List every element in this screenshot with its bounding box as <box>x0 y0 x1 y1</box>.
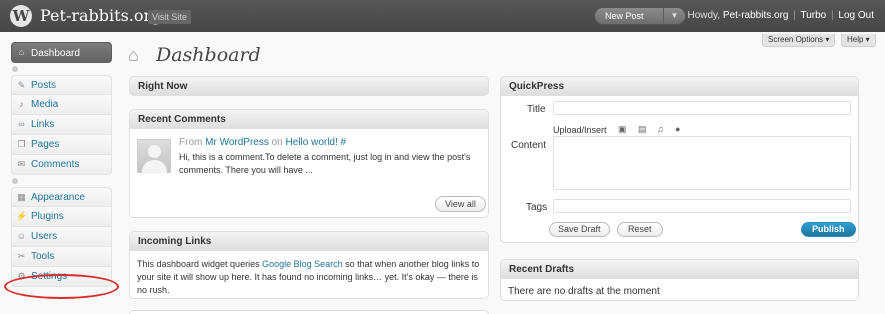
site-title[interactable]: Pet-rabbits.org <box>40 6 161 25</box>
tags-label: Tags <box>526 202 548 213</box>
turbo-link[interactable]: Turbo <box>800 10 826 21</box>
users-icon: ☺ <box>16 231 27 241</box>
comments-icon: ✉ <box>17 159 26 169</box>
sidebar-item-pages[interactable]: ❐ Pages <box>11 135 112 155</box>
username-link[interactable]: Pet-rabbits.org <box>723 10 789 21</box>
pages-icon: ❐ <box>17 139 26 149</box>
view-all-button[interactable]: View all <box>435 196 486 212</box>
incoming-text-before: This dashboard widget queries <box>137 259 260 269</box>
widget-title[interactable]: Incoming Links <box>130 232 488 251</box>
comment-author-link[interactable]: Mr WordPress <box>205 137 269 148</box>
avatar <box>137 139 171 174</box>
tags-input[interactable] <box>553 199 851 213</box>
sidebar-item-label: Comments <box>31 159 80 170</box>
chevron-down-icon[interactable]: ▼ <box>663 8 685 24</box>
sidebar-item-label: Media <box>31 99 59 110</box>
plugins-icon: ⚡ <box>16 211 28 221</box>
incoming-links-text: This dashboard widget queries Google Blo… <box>137 258 485 297</box>
sidebar-item-label: Tools <box>31 251 55 262</box>
admin-sidebar: ⌂ Dashboard ✎ Posts ♪ Media ∞ Links ❐ Pa… <box>11 42 112 287</box>
sidebar-item-users[interactable]: ☺ Users <box>11 227 112 247</box>
upload-insert-label: Upload/Insert <box>553 125 607 135</box>
house-icon: ⌂ <box>128 45 139 65</box>
sidebar-item-comments[interactable]: ✉ Comments <box>11 155 112 175</box>
pin-icon: ✎ <box>17 80 26 90</box>
sidebar-item-posts[interactable]: ✎ Posts <box>11 75 112 95</box>
from-label: From <box>179 137 203 148</box>
sidebar-item-label: Appearance <box>31 192 85 203</box>
tools-icon: ✂ <box>17 251 26 261</box>
visit-site-button[interactable]: Visit Site <box>148 10 191 24</box>
menu-separator <box>11 63 112 75</box>
google-blog-search-link[interactable]: Google Blog Search <box>262 259 343 269</box>
comment-post-link[interactable]: Hello world! # <box>286 137 347 148</box>
add-audio-icon[interactable]: ♫ <box>657 124 664 134</box>
add-media-icon[interactable]: ● <box>675 124 680 134</box>
add-image-icon[interactable]: ▣ <box>618 124 627 135</box>
sidebar-item-plugins[interactable]: ⚡ Plugins <box>11 207 112 227</box>
menu-separator <box>11 175 112 187</box>
sidebar-item-label: Pages <box>31 139 60 150</box>
sidebar-item-label: Dashboard <box>31 48 80 59</box>
content-textarea[interactable] <box>553 136 851 190</box>
sidebar-item-appearance[interactable]: ▦ Appearance <box>11 187 112 207</box>
add-video-icon[interactable]: ▤ <box>638 124 647 135</box>
recent-drafts-widget: Recent Drafts There are no drafts at the… <box>500 259 859 301</box>
user-greeting: Howdy, Pet-rabbits.org | Turbo | Log Out <box>687 10 874 21</box>
save-draft-button[interactable]: Save Draft <box>549 222 610 237</box>
sidebar-item-label: Plugins <box>31 211 64 222</box>
home-icon: ⌂ <box>18 47 25 57</box>
on-label: on <box>271 137 283 148</box>
greeting-prefix: Howdy, <box>687 10 721 21</box>
help-tab[interactable]: Help ▾ <box>841 34 876 47</box>
content-label: Content <box>511 140 547 151</box>
sidebar-item-links[interactable]: ∞ Links <box>11 115 112 135</box>
page-title: Dashboard <box>156 44 261 66</box>
sidebar-item-tools[interactable]: ✂ Tools <box>11 247 112 267</box>
quickpress-widget: QuickPress Title Upload/Insert ▣ ▤ ♫ ● C… <box>500 76 859 243</box>
incoming-links-widget: Incoming Links This dashboard widget que… <box>129 231 489 299</box>
title-input[interactable] <box>553 101 851 115</box>
widget-title[interactable]: Recent Drafts <box>501 260 858 279</box>
reset-button[interactable]: Reset <box>617 222 663 237</box>
divider: | <box>831 10 834 21</box>
divider: | <box>793 10 796 21</box>
sidebar-item-label: Links <box>31 119 55 130</box>
sidebar-item-media[interactable]: ♪ Media <box>11 95 112 115</box>
media-icon: ♪ <box>19 99 24 109</box>
new-post-button[interactable]: New Post ▼ <box>594 7 686 25</box>
recent-comments-widget: Recent Comments From Mr WordPress on Hel… <box>129 109 489 218</box>
no-drafts-text: There are no drafts at the moment <box>508 286 660 297</box>
sidebar-item-dashboard[interactable]: ⌂ Dashboard <box>11 42 112 63</box>
settings-highlight-annotation <box>4 274 119 299</box>
right-now-widget: Right Now <box>129 76 489 96</box>
sidebar-item-label: Posts <box>31 80 57 91</box>
links-icon: ∞ <box>18 119 25 129</box>
title-label: Title <box>527 104 546 115</box>
wordpress-logo-icon: W <box>10 5 32 27</box>
sidebar-item-label: Users <box>31 231 58 242</box>
comment-meta: From Mr WordPress on Hello world! # <box>179 137 346 148</box>
next-widget-edge <box>129 310 489 314</box>
logout-link[interactable]: Log Out <box>838 10 874 21</box>
widget-title[interactable]: QuickPress <box>501 77 858 96</box>
publish-button[interactable]: Publish <box>801 222 856 237</box>
comment-excerpt: Hi, this is a comment.To delete a commen… <box>179 152 471 175</box>
widget-title[interactable]: Right Now <box>130 77 488 95</box>
widget-title[interactable]: Recent Comments <box>130 110 488 129</box>
admin-header: W Pet-rabbits.org Visit Site New Post ▼ … <box>0 0 885 32</box>
appearance-icon: ▦ <box>17 192 26 202</box>
screen-options-tab[interactable]: Screen Options ▾ <box>762 34 836 47</box>
new-post-label[interactable]: New Post <box>605 11 644 21</box>
